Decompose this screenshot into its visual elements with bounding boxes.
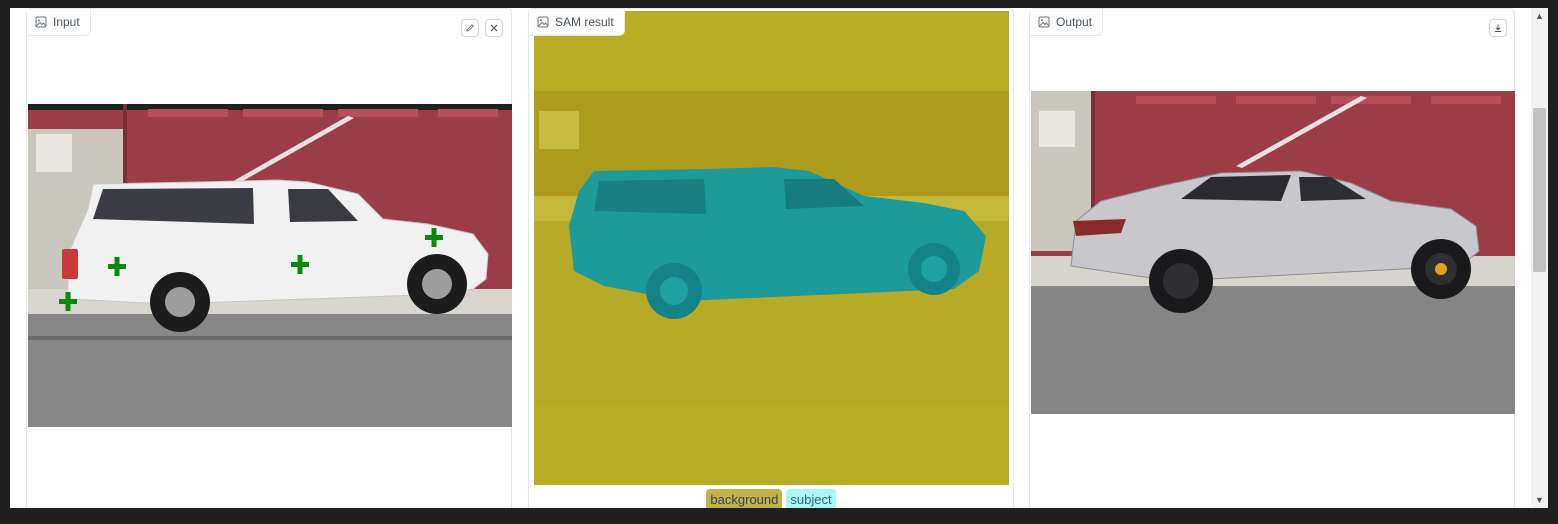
scroll-up-icon[interactable]: ▲ bbox=[1535, 11, 1544, 21]
sam-label-text: SAM result bbox=[555, 15, 614, 29]
input-panel: Input bbox=[26, 8, 512, 508]
input-label-text: Input bbox=[53, 15, 80, 29]
app-frame: Input SAM result background subject Outp… bbox=[10, 8, 1531, 508]
output-label: Output bbox=[1030, 9, 1104, 36]
sam-mask-drawing bbox=[534, 11, 1009, 485]
sam-panel: SAM result background subject bbox=[528, 8, 1014, 508]
output-image bbox=[1031, 91, 1515, 414]
point-marker[interactable] bbox=[108, 257, 126, 276]
scroll-down-icon[interactable]: ▼ bbox=[1535, 495, 1544, 505]
download-icon bbox=[1495, 24, 1501, 32]
clear-button[interactable] bbox=[485, 19, 503, 37]
image-icon bbox=[537, 16, 549, 28]
sam-mask-image bbox=[534, 11, 1009, 485]
point-marker[interactable] bbox=[59, 292, 77, 311]
input-label: Input bbox=[27, 9, 91, 36]
image-icon bbox=[35, 16, 47, 28]
download-button[interactable] bbox=[1489, 19, 1507, 37]
scroll-thumb[interactable] bbox=[1533, 108, 1546, 272]
legend-subject[interactable]: subject bbox=[786, 489, 836, 508]
sam-label: SAM result bbox=[529, 9, 625, 36]
edit-icon bbox=[466, 24, 474, 32]
close-icon bbox=[490, 24, 498, 32]
page-scrollbar[interactable]: ▲ ▼ bbox=[1531, 8, 1548, 508]
output-panel: Output bbox=[1029, 8, 1515, 508]
legend-background[interactable]: background bbox=[706, 489, 783, 508]
output-photo-drawing bbox=[1031, 91, 1515, 414]
mask-legend: background subject bbox=[529, 489, 1013, 508]
point-marker[interactable] bbox=[425, 228, 443, 247]
image-icon bbox=[1038, 16, 1050, 28]
output-label-text: Output bbox=[1056, 15, 1093, 29]
point-marker[interactable] bbox=[291, 255, 309, 274]
point-markers bbox=[59, 228, 443, 311]
input-image[interactable] bbox=[28, 104, 512, 427]
edit-button[interactable] bbox=[461, 19, 479, 37]
